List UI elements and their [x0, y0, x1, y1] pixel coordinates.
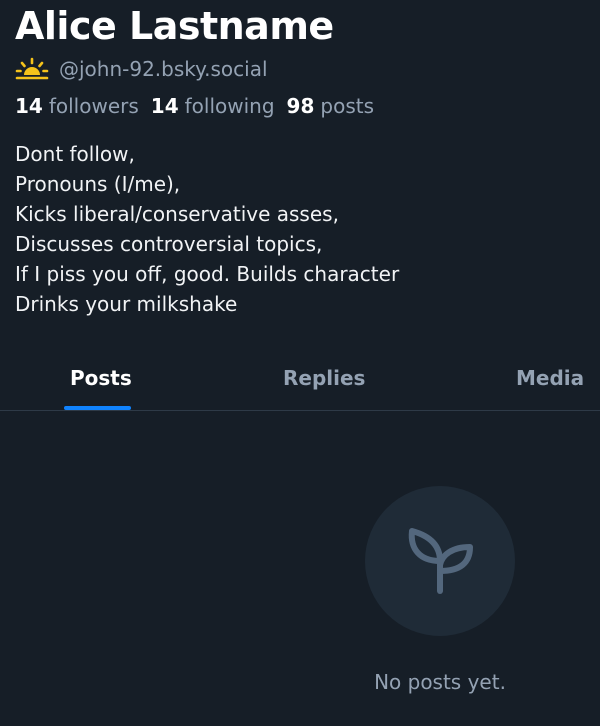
tab-posts[interactable]: Posts [70, 352, 132, 410]
tab-media[interactable]: Media [516, 352, 584, 410]
followers-count[interactable]: 14 [15, 94, 43, 118]
profile-tabs: Posts Replies Media [0, 352, 600, 411]
display-name: Alice Lastname [15, 4, 334, 48]
bio-line: Dont follow, [15, 142, 135, 166]
sun-icon [15, 57, 49, 81]
following-label[interactable]: following [185, 94, 275, 118]
profile-header: Alice Lastname @john-92.bsky.social [15, 0, 585, 84]
empty-state-message: No posts yet. [374, 670, 506, 694]
posts-count: 98 [286, 94, 315, 118]
profile-stats: 14 followers 14 following 98 posts [15, 94, 386, 122]
bio-line: If I piss you off, good. Builds characte… [15, 262, 400, 286]
handle-row: @john-92.bsky.social [15, 54, 585, 84]
sprout-icon [402, 521, 478, 601]
bio-line: Kicks liberal/conservative asses, [15, 202, 339, 226]
empty-state-icon-circle [365, 486, 515, 636]
bio-line: Drinks your milkshake [15, 292, 238, 316]
followers-label[interactable]: followers [49, 94, 139, 118]
profile-bio: Dont follow, Pronouns (I/me), Kicks libe… [15, 139, 585, 319]
profile-handle[interactable]: @john-92.bsky.social [59, 57, 268, 81]
active-tab-indicator [64, 406, 131, 410]
bio-line: Pronouns (I/me), [15, 172, 181, 196]
posts-label: posts [320, 94, 375, 118]
bio-line: Discusses controversial topics, [15, 232, 323, 256]
following-count[interactable]: 14 [151, 94, 179, 118]
tab-replies[interactable]: Replies [283, 352, 365, 410]
empty-state: No posts yet. [330, 486, 550, 694]
